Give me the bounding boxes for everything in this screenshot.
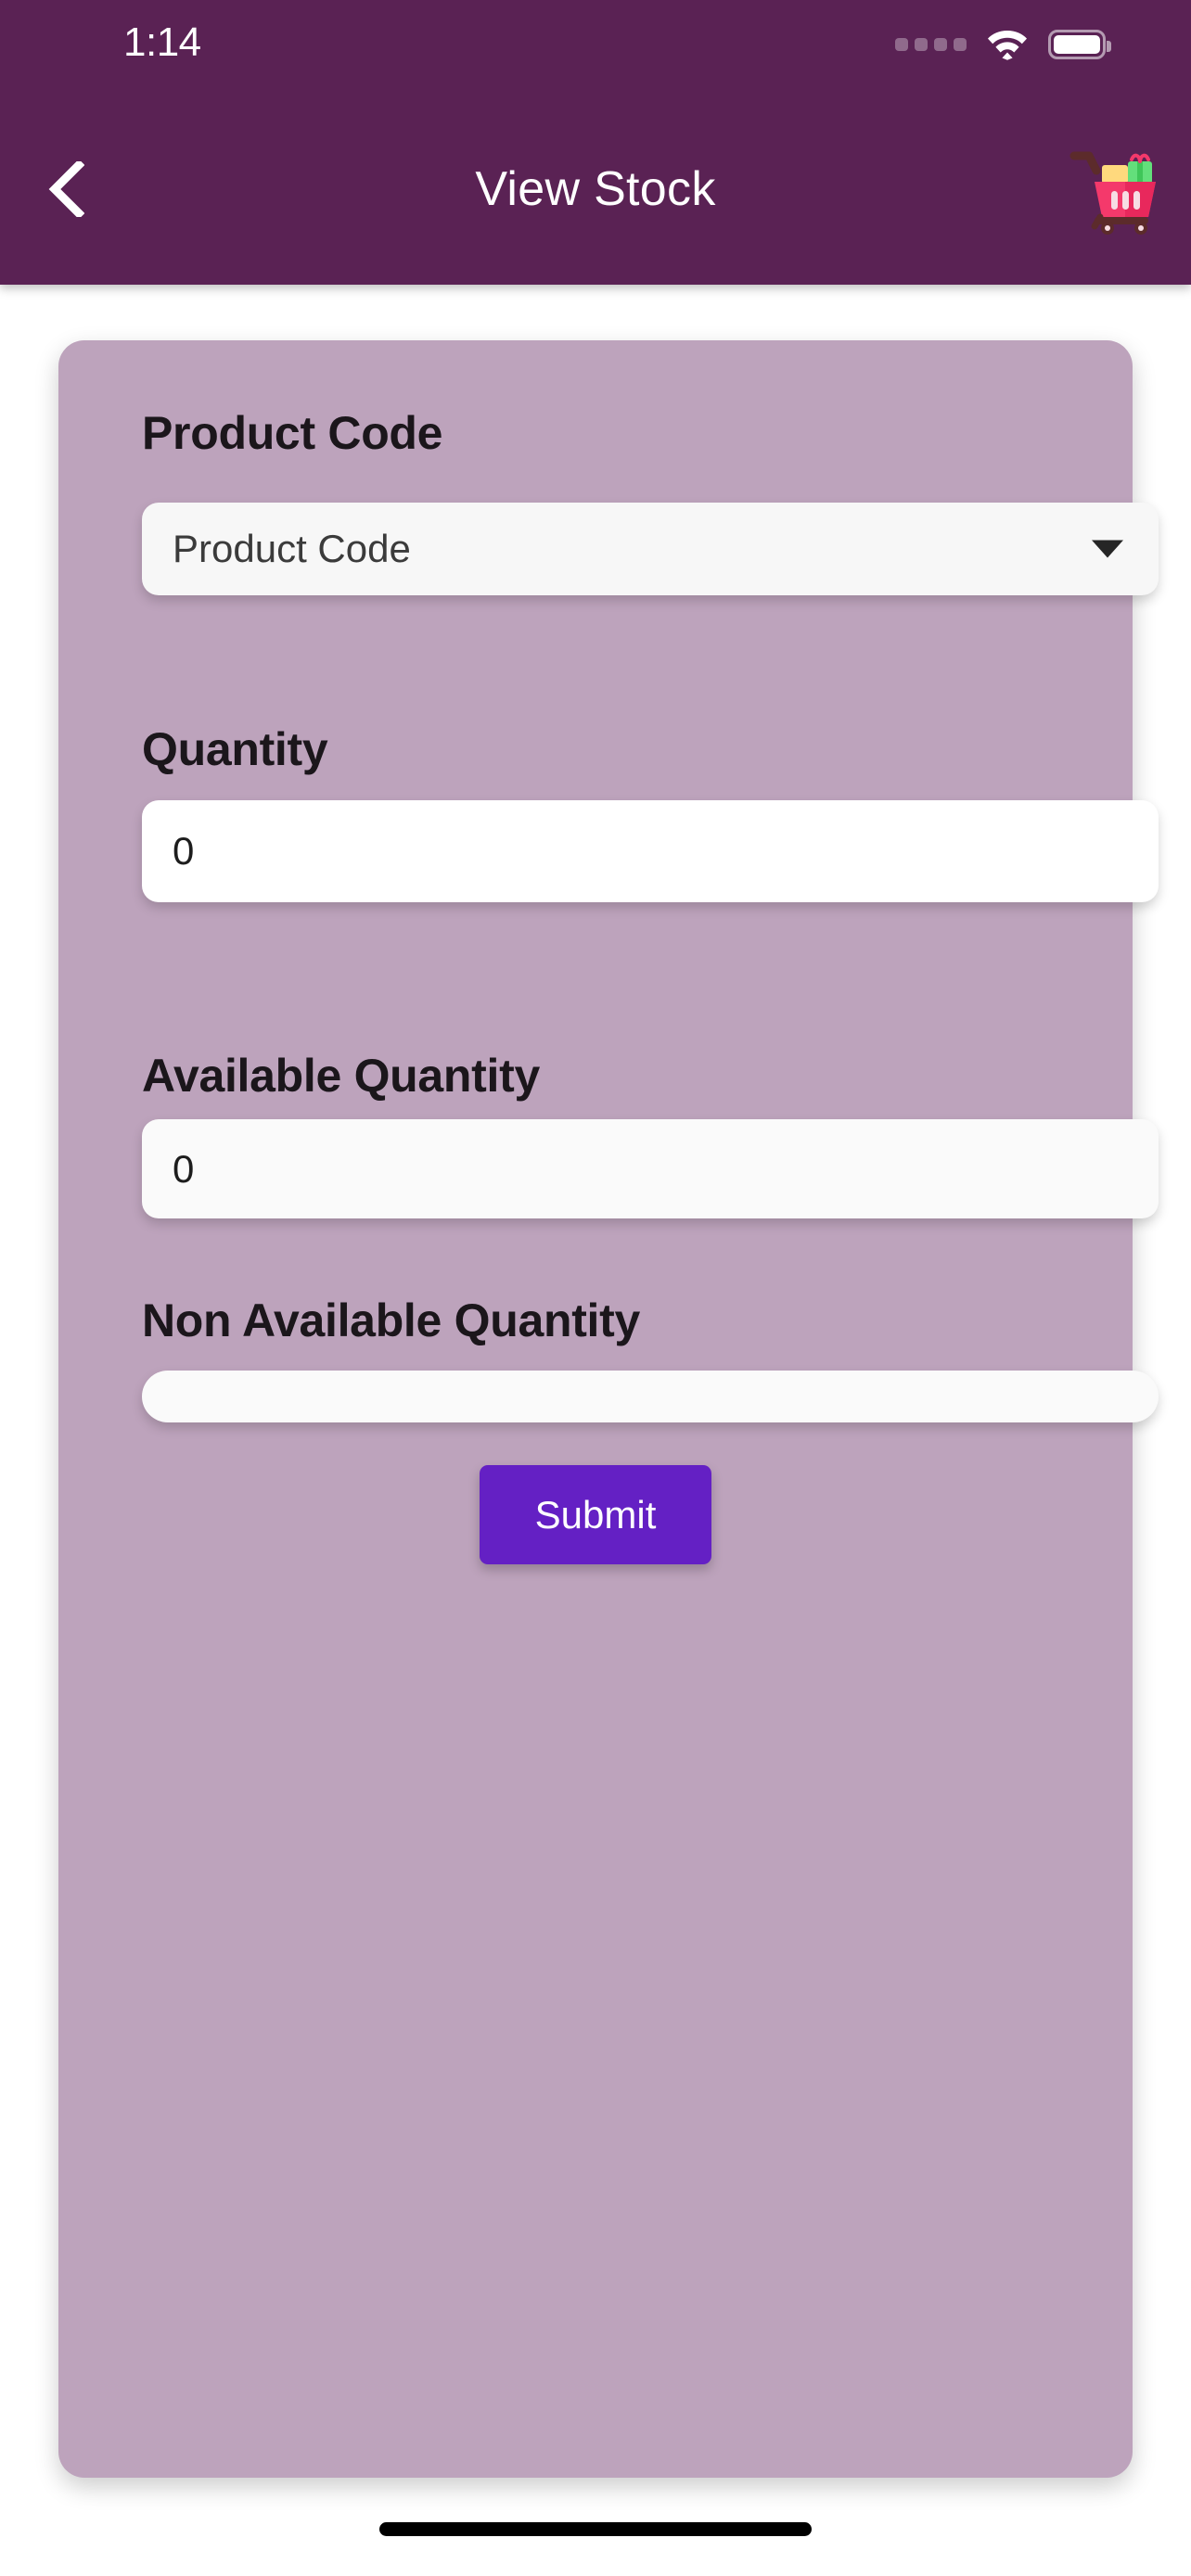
non-available-quantity-input[interactable] (142, 1371, 1159, 1422)
form-card: Product Code Product Code Quantity 0 Ava… (58, 340, 1159, 2478)
chevron-down-icon (1092, 540, 1123, 558)
quantity-label: Quantity (142, 723, 328, 775)
submit-button[interactable]: Submit (480, 1465, 711, 1564)
available-quantity-label: Available Quantity (142, 1050, 540, 1102)
status-time: 1:14 (123, 19, 201, 65)
status-bar: 1:14 (0, 0, 1191, 93)
product-code-label: Product Code (142, 407, 443, 459)
product-code-selected-value: Product Code (173, 527, 411, 570)
page-title: View Stock (475, 161, 716, 216)
available-quantity-value: 0 (173, 1146, 195, 1191)
nav-row: View Stock (0, 93, 1191, 285)
quantity-input[interactable]: 0 (142, 800, 1159, 902)
cart-button[interactable] (1065, 139, 1165, 239)
quantity-value: 0 (173, 829, 195, 873)
non-available-quantity-label: Non Available Quantity (142, 1294, 641, 1346)
available-quantity-input[interactable]: 0 (142, 1119, 1159, 1218)
app-bar: 1:14 View Stock (0, 0, 1191, 285)
home-indicator (379, 2522, 812, 2536)
phone-screen: 1:14 View Stock Product Code Product Cod… (0, 0, 1191, 2576)
shopping-cart-icon (1067, 143, 1163, 236)
product-code-dropdown[interactable]: Product Code (142, 503, 1159, 595)
signal-dots-icon (895, 38, 967, 51)
wifi-icon (987, 29, 1028, 60)
status-indicators (895, 29, 1111, 60)
battery-full-icon (1048, 30, 1111, 59)
